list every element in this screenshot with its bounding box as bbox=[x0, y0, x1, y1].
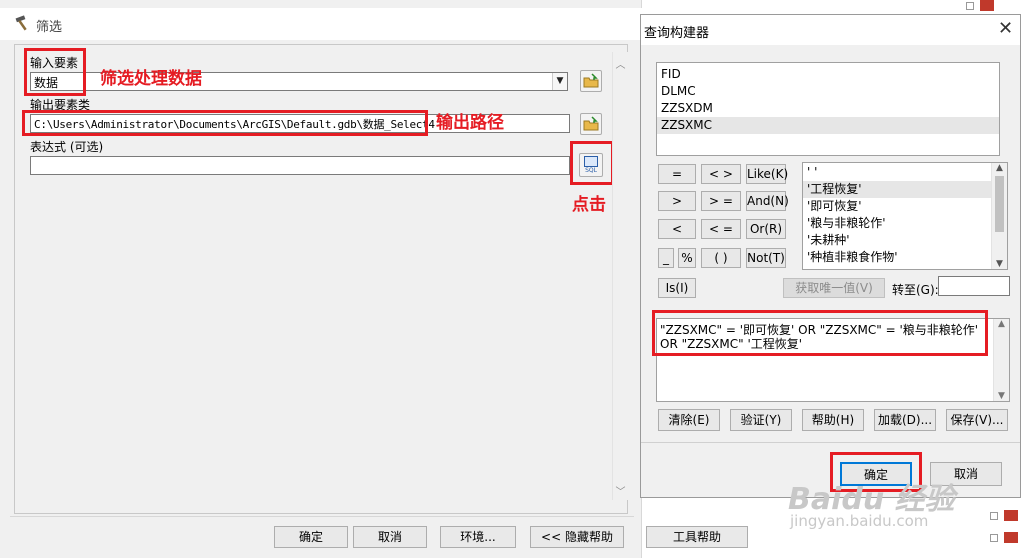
help-button[interactable]: 帮助(H) bbox=[802, 409, 864, 431]
annotation-sql: 点击 bbox=[572, 195, 606, 215]
underscore-button[interactable]: _ bbox=[658, 248, 674, 268]
get-unique-values-button[interactable]: 获取唯一值(V) bbox=[783, 278, 885, 298]
fields-list[interactable]: FID DLMC ZZSXDM ZZSXMC bbox=[656, 62, 1000, 156]
percent-button[interactable]: % bbox=[678, 248, 696, 268]
divider bbox=[641, 442, 1020, 443]
window-title: 筛选 bbox=[36, 20, 63, 35]
not-equal-button[interactable]: < > bbox=[701, 164, 741, 184]
main-scrollbar[interactable]: ︿ ﹀ bbox=[612, 52, 628, 500]
ok-button[interactable]: 确定 bbox=[274, 526, 348, 548]
scroll-down-icon[interactable]: ﹀ bbox=[613, 483, 628, 498]
not-button[interactable]: Not(T) bbox=[746, 248, 786, 268]
scroll-down-icon[interactable]: ▼ bbox=[994, 391, 1009, 401]
less-button[interactable]: < bbox=[658, 219, 696, 239]
expand-icon[interactable] bbox=[990, 534, 998, 542]
field-item[interactable]: DLMC bbox=[657, 83, 999, 100]
annotation-input: 筛选处理数据 bbox=[100, 69, 202, 89]
highlight-sql-expression bbox=[652, 310, 988, 356]
tool-help-button[interactable]: 工具帮助 bbox=[646, 526, 748, 548]
values-scrollbar[interactable]: ▲ ▼ bbox=[991, 163, 1007, 269]
toolbox-icon bbox=[1004, 532, 1018, 543]
expand-icon[interactable] bbox=[966, 2, 974, 10]
query-builder-title: 查询构建器 bbox=[644, 26, 710, 41]
cancel-button[interactable]: 取消 bbox=[353, 526, 427, 548]
expression-field[interactable] bbox=[30, 156, 570, 175]
field-item-selected[interactable]: ZZSXMC bbox=[657, 117, 999, 134]
expression-label: 表达式 (可选) bbox=[30, 140, 104, 154]
field-item[interactable]: ZZSXDM bbox=[657, 100, 999, 117]
folder-icon bbox=[583, 73, 599, 88]
highlight-output-box bbox=[22, 110, 428, 136]
save-button[interactable]: 保存(V)... bbox=[946, 409, 1008, 431]
value-item[interactable]: '未耕种' bbox=[803, 232, 991, 249]
greater-equal-button[interactable]: > = bbox=[701, 191, 741, 211]
value-item[interactable]: '即可恢复' bbox=[803, 198, 991, 215]
value-item[interactable]: ' ' bbox=[803, 164, 991, 181]
hammer-icon bbox=[15, 15, 27, 31]
scroll-up-icon[interactable]: ▲ bbox=[994, 319, 1009, 329]
scroll-up-icon[interactable]: ︿ bbox=[613, 56, 628, 71]
parentheses-button[interactable]: ( ) bbox=[701, 248, 741, 268]
is-button[interactable]: Is(I) bbox=[658, 278, 696, 298]
scroll-up-icon[interactable]: ▲ bbox=[992, 163, 1007, 173]
close-icon[interactable]: ✕ bbox=[998, 18, 1013, 39]
equals-button[interactable]: = bbox=[658, 164, 696, 184]
sql-scrollbar[interactable]: ▲ ▼ bbox=[993, 319, 1009, 401]
scroll-down-icon[interactable]: ▼ bbox=[992, 259, 1007, 269]
less-equal-button[interactable]: < = bbox=[701, 219, 741, 239]
title-bar bbox=[0, 8, 642, 40]
goto-input[interactable] bbox=[938, 276, 1010, 296]
like-button[interactable]: Like(K) bbox=[746, 164, 788, 184]
or-button[interactable]: Or(R) bbox=[746, 219, 786, 239]
expand-icon[interactable] bbox=[990, 512, 998, 520]
watermark-url: jingyan.baidu.com bbox=[790, 512, 929, 530]
value-item[interactable]: '种植非粮食作物' bbox=[803, 249, 991, 266]
browse-output-button[interactable] bbox=[580, 113, 602, 135]
hide-help-button[interactable]: << 隐藏帮助 bbox=[530, 526, 624, 548]
and-button[interactable]: And(N) bbox=[746, 191, 789, 211]
goto-label: 转至(G): bbox=[892, 283, 939, 297]
environments-button[interactable]: 环境... bbox=[440, 526, 516, 548]
folder-icon bbox=[583, 116, 599, 131]
toolbox-icon bbox=[1004, 510, 1018, 521]
browse-input-button[interactable] bbox=[580, 70, 602, 92]
annotation-output: 输出路径 bbox=[436, 113, 504, 133]
scroll-thumb[interactable] bbox=[995, 176, 1004, 232]
greater-button[interactable]: > bbox=[658, 191, 696, 211]
verify-button[interactable]: 验证(Y) bbox=[730, 409, 792, 431]
chevron-down-icon[interactable]: ▼ bbox=[552, 73, 567, 90]
load-button[interactable]: 加载(D)... bbox=[874, 409, 936, 431]
value-item[interactable]: '粮与非粮轮作' bbox=[803, 215, 991, 232]
value-item-selected[interactable]: '工程恢复' bbox=[803, 181, 991, 198]
highlight-sql-box bbox=[570, 141, 614, 185]
clear-button[interactable]: 清除(E) bbox=[658, 409, 720, 431]
field-item[interactable]: FID bbox=[657, 66, 999, 83]
toolbox-icon bbox=[980, 0, 994, 11]
values-list[interactable]: ' ' '工程恢复' '即可恢复' '粮与非粮轮作' '未耕种' '种植非粮食作… bbox=[802, 162, 1008, 270]
highlight-input-box bbox=[24, 48, 86, 96]
